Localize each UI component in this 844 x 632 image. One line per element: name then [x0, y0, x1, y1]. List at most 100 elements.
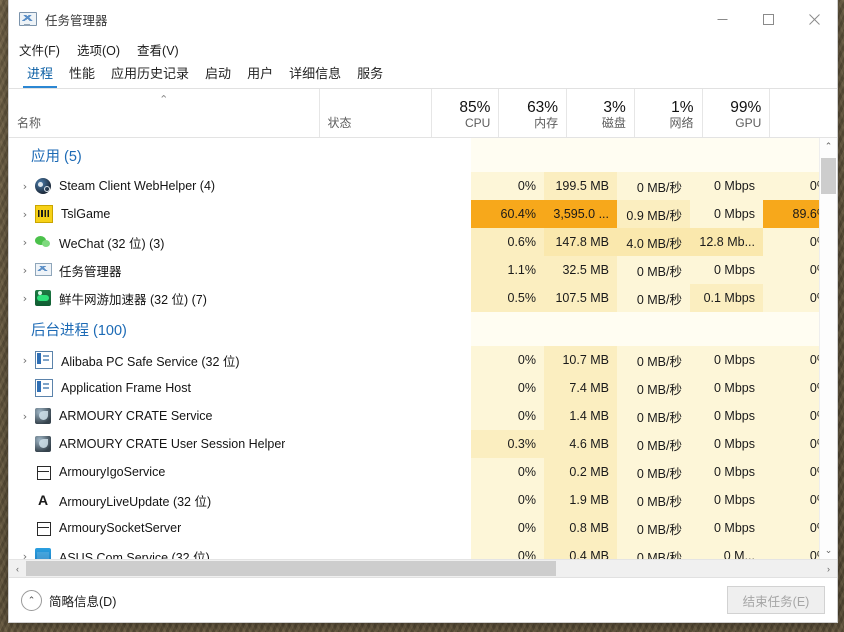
process-row[interactable]: › Steam Client WebHelper (4) 0% 199.5 MB 0 M…	[9, 172, 837, 200]
column-header-network[interactable]: 1% 网络	[633, 89, 702, 137]
expand-chevron-icon[interactable]: ›	[17, 180, 33, 193]
process-row[interactable]: › ASUS Com Service (32 位) 0% 0.4 MB 0 MB/秒 0 …	[9, 542, 837, 559]
scroll-right-icon[interactable]: ›	[820, 560, 837, 577]
process-group-label: 应用 (5)	[31, 148, 82, 165]
column-header-cpu[interactable]: 85% CPU	[430, 89, 499, 137]
process-disk-cell: 0 MB/秒	[617, 172, 690, 200]
tab-services[interactable]: 服务	[349, 61, 391, 88]
minimize-button[interactable]	[699, 4, 745, 34]
tab-details[interactable]: 详细信息	[281, 61, 349, 88]
horizontal-scrollbar-track[interactable]	[26, 560, 820, 577]
column-header-status[interactable]: 状态	[318, 89, 431, 137]
group-network-cell	[690, 138, 763, 172]
expand-chevron-icon[interactable]: ›	[17, 292, 33, 305]
expand-chevron-icon[interactable]: ›	[17, 236, 33, 249]
process-memory-cell: 1.4 MB	[544, 402, 617, 430]
process-row[interactable]: › Alibaba PC Safe Service (32 位) 0% 10.7 MB…	[9, 346, 837, 374]
process-cpu-cell: 0.6%	[471, 228, 544, 256]
process-network-cell: 0 Mbps	[690, 172, 763, 200]
process-row[interactable]: ARMOURY CRATE User Session Helper 0.3% 4.6…	[9, 430, 837, 458]
process-list[interactable]: 应用 (5) › Steam Client WebHelper (4) 0% 199.5…	[9, 138, 837, 559]
process-row[interactable]: › WeChat (32 位) (3) 0.6% 147.8 MB 4.0 MB/秒 12…	[9, 228, 837, 256]
column-header-overflow[interactable]	[769, 89, 837, 137]
disk-total-pct: 3%	[603, 98, 626, 116]
menu-options[interactable]: 选项(O)	[77, 40, 120, 59]
end-task-button[interactable]: 结束任务(E)	[727, 586, 825, 614]
vertical-scrollbar[interactable]: ⌃ ⌄	[819, 138, 837, 559]
process-status-cell	[349, 284, 471, 312]
process-status-cell	[349, 138, 471, 172]
scroll-left-icon[interactable]: ‹	[9, 560, 26, 577]
process-network-cell: 0 Mbps	[690, 514, 763, 542]
process-memory-cell: 107.5 MB	[544, 284, 617, 312]
scroll-down-icon[interactable]: ⌄	[820, 542, 837, 559]
column-header-disk[interactable]: 3% 磁盘	[566, 89, 634, 137]
process-name-label: ARMOURY CRATE User Session Helper	[59, 437, 286, 451]
scroll-up-icon[interactable]: ⌃	[820, 138, 837, 155]
vertical-scrollbar-thumb[interactable]	[821, 158, 836, 194]
process-row[interactable]: A ArmouryLiveUpdate (32 位) 0% 1.9 MB 0 MB/秒 0…	[9, 486, 837, 514]
process-name-cell: › 任务管理器	[9, 256, 349, 284]
expand-chevron-icon[interactable]: ›	[17, 208, 33, 221]
expand-chevron-icon[interactable]: ›	[17, 550, 33, 560]
process-network-cell: 0 Mbps	[690, 200, 763, 228]
process-name-label: WeChat (32 位) (3)	[59, 236, 165, 251]
horizontal-scrollbar-thumb[interactable]	[26, 561, 556, 576]
tab-startup[interactable]: 启动	[197, 61, 239, 88]
process-disk-cell: 0.9 MB/秒	[617, 200, 690, 228]
menu-view[interactable]: 查看(V)	[137, 40, 179, 59]
process-row[interactable]: › ARMOURY CRATE Service 0% 1.4 MB 0 MB/秒 0 Mb…	[9, 402, 837, 430]
column-header-gpu[interactable]: 99% GPU	[701, 89, 770, 137]
gpu-total-pct: 99%	[730, 98, 762, 116]
tab-users[interactable]: 用户	[239, 61, 281, 88]
process-name-label: Alibaba PC Safe Service (32 位)	[61, 354, 240, 369]
tab-processes[interactable]: 进程	[19, 61, 61, 88]
column-header-name[interactable]: ⌃ 名称	[9, 89, 319, 137]
process-disk-cell: 0 MB/秒	[617, 514, 690, 542]
column-header-bar: ⌃ 名称 状态 85% CPU 63% 内存 3% 磁盘 1% 网络 99% G…	[9, 89, 837, 138]
process-cpu-cell: 60.4%	[471, 200, 544, 228]
process-network-cell: 0 Mbps	[690, 256, 763, 284]
asus-icon	[35, 548, 51, 559]
close-button[interactable]	[791, 4, 837, 34]
maximize-button[interactable]	[745, 4, 791, 34]
process-row[interactable]: ArmourySocketServer0%0.8 MB0 MB/秒0 Mbps0…	[9, 514, 837, 542]
process-group-header[interactable]: 应用 (5)	[9, 138, 837, 172]
tab-app-history[interactable]: 应用历史记录	[103, 61, 197, 88]
expand-chevron-icon[interactable]: ›	[17, 354, 33, 367]
process-name-label: ASUS Com Service (32 位)	[59, 550, 210, 560]
process-row[interactable]: Application Frame Host 0% 7.4 MB 0 MB/秒 0 Mb…	[9, 374, 837, 402]
process-status-cell	[349, 346, 471, 374]
process-memory-cell: 0.2 MB	[544, 458, 617, 486]
steam-icon	[35, 178, 51, 194]
process-row[interactable]: › TslGame 60.4% 3,595.0 ... 0.9 MB/秒 0 Mbps 89…	[9, 200, 837, 228]
expand-chevron-icon[interactable]: ›	[17, 410, 33, 423]
process-row[interactable]: › 鲜牛网游加速器 (32 位) (7) 0.5% 107.5 MB 0 MB/秒 0.1…	[9, 284, 837, 312]
process-name-cell: ARMOURY CRATE User Session Helper	[9, 430, 349, 458]
process-group-header[interactable]: 后台进程 (100)	[9, 312, 837, 346]
fewer-details-label: 简略信息(D)	[49, 594, 117, 609]
process-disk-cell: 0 MB/秒	[617, 346, 690, 374]
process-memory-cell: 4.6 MB	[544, 430, 617, 458]
column-header-status-label: 状态	[327, 116, 352, 130]
process-cpu-cell: 1.1%	[471, 256, 544, 284]
process-network-cell: 0.1 Mbps	[690, 284, 763, 312]
expand-chevron-icon[interactable]: ›	[17, 264, 33, 277]
armoury-crate-icon	[35, 408, 51, 424]
menu-file[interactable]: 文件(F)	[19, 40, 60, 59]
process-cpu-cell: 0%	[471, 514, 544, 542]
process-name-label: Application Frame Host	[61, 381, 191, 395]
process-name-label: Steam Client WebHelper (4)	[59, 179, 216, 193]
horizontal-scrollbar[interactable]: ‹ ›	[9, 559, 837, 577]
column-header-memory[interactable]: 63% 内存	[498, 89, 566, 137]
process-name-cell: › 鲜牛网游加速器 (32 位) (7)	[9, 284, 349, 312]
process-name-cell: › Alibaba PC Safe Service (32 位)	[9, 346, 349, 374]
fewer-details-button[interactable]: ⌃ 简略信息(D)	[21, 589, 117, 611]
tab-performance[interactable]: 性能	[61, 61, 103, 88]
process-cpu-cell: 0%	[471, 172, 544, 200]
process-network-cell: 0 Mbps	[690, 402, 763, 430]
process-name-cell: ArmourySocketServer	[9, 514, 349, 542]
pubg-icon	[35, 205, 53, 223]
process-row[interactable]: ›任务管理器1.1%32.5 MB0 MB/秒0 Mbps0%	[9, 256, 837, 284]
process-row[interactable]: ArmouryIgoService0%0.2 MB0 MB/秒0 Mbps0%	[9, 458, 837, 486]
